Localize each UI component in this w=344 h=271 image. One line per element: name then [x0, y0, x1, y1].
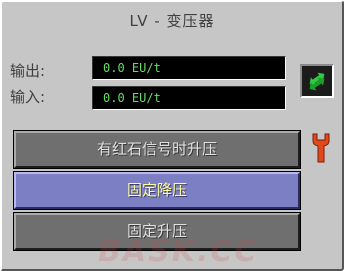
output-label: 输出: [10, 62, 46, 80]
input-display: 0.0 EU/t [92, 86, 286, 110]
fixed-step-down-button[interactable]: 固定降压 [13, 171, 301, 210]
wrench-icon [312, 133, 330, 163]
window-title: LV - 变压器 [129, 12, 215, 30]
fixed-step-up-button[interactable]: 固定升压 [13, 212, 301, 251]
swap-direction-button[interactable] [300, 64, 334, 98]
transformer-window: LV - 变压器 输出: 0.0 EU/t 输入: 0.0 EU/t 有红石信号… [0, 0, 344, 271]
input-label: 输入: [10, 88, 46, 106]
swap-arrows-icon [309, 72, 325, 91]
output-display: 0.0 EU/t [92, 56, 286, 80]
redstone-step-up-button[interactable]: 有红石信号时升压 [13, 130, 301, 169]
